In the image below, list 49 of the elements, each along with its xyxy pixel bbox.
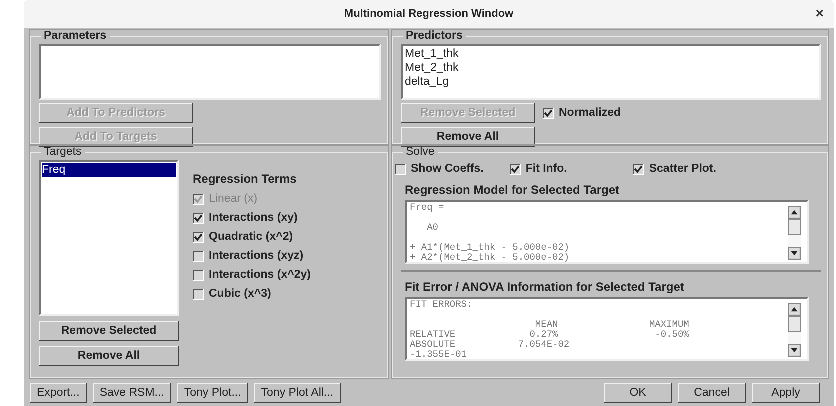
- section-heading: Regression Terms: [193, 172, 298, 186]
- term-checkbox[interactable]: Interactions (xy): [193, 212, 311, 224]
- dialog-button[interactable]: Cancel: [678, 383, 746, 403]
- panel-title: Solve: [405, 146, 436, 158]
- scroll-bar[interactable]: [788, 303, 801, 357]
- term-checkbox[interactable]: Interactions (x^2y): [193, 269, 311, 281]
- option-checkbox[interactable]: Scatter Plot.: [633, 163, 716, 175]
- anova-text: FIT ERRORS: MEAN MAXIMUM RELATIVE 0.27% -0.50% ABSOLUTE 7.054E-02 -1.355E-01: [409, 299, 690, 359]
- remove-button[interactable]: Remove Selected: [39, 321, 179, 341]
- footer-button[interactable]: Tony Plot All...: [254, 383, 341, 403]
- list-item[interactable]: delta_Lg: [405, 75, 817, 89]
- remove-all-button[interactable]: Remove All: [401, 127, 535, 147]
- footer-button[interactable]: Tony Plot...: [177, 383, 248, 403]
- check-icon: [194, 214, 203, 222]
- footer-button[interactable]: Export...: [30, 383, 87, 403]
- check-icon: [194, 232, 203, 242]
- remove-button[interactable]: Remove All: [39, 346, 179, 366]
- panel-title: Parameters: [43, 30, 108, 42]
- term-checkbox[interactable]: Interactions (xyz): [193, 250, 311, 262]
- check-icon: [634, 164, 644, 174]
- list-item[interactable]: Met_1_thk: [405, 47, 817, 61]
- term-checkbox[interactable]: Quadratic (x^2): [193, 231, 311, 243]
- section-heading: Fit Error / ANOVA Information for Selected Target: [405, 280, 686, 294]
- check-icon: [544, 108, 553, 118]
- scroll-down-icon[interactable]: [788, 344, 801, 357]
- check-icon: [194, 194, 203, 204]
- normalized-checkbox[interactable]: Normalized: [543, 107, 621, 119]
- term-checkbox[interactable]: Cubic (x^3): [193, 288, 311, 300]
- targets-list[interactable]: Freq: [39, 160, 179, 316]
- option-checkbox[interactable]: Fit Info.: [510, 163, 568, 175]
- option-checkbox[interactable]: Show Coeffs.: [395, 163, 484, 175]
- parameters-list[interactable]: [39, 44, 381, 100]
- list-item[interactable]: Freq: [42, 163, 176, 177]
- scroll-up-icon[interactable]: [788, 303, 801, 316]
- section-heading: Regression Model for Selected Target: [405, 183, 620, 197]
- dialog-button[interactable]: Apply: [752, 383, 820, 403]
- scroll-down-icon[interactable]: [788, 247, 801, 260]
- close-button[interactable]: ×: [816, 6, 824, 20]
- list-item[interactable]: Met_2_thk: [405, 61, 817, 75]
- panel-title: Predictors: [405, 30, 464, 42]
- predictors-list[interactable]: Met_1_thk Met_2_thk delta_Lg: [401, 44, 821, 100]
- footer-button[interactable]: Save RSM...: [92, 383, 172, 403]
- model-text: Freq = A0 + A1*(Met_1_thk - 5.000e-02) + A2*(Met_2_thk - 5.000e-02): [409, 202, 571, 262]
- panel-title: Targets: [43, 146, 83, 158]
- dialog-button[interactable]: OK: [604, 383, 672, 403]
- window-title: Multinomial Regression Window: [344, 8, 514, 20]
- scroll-bar[interactable]: [788, 206, 801, 260]
- check-icon: [510, 164, 520, 174]
- scroll-up-icon[interactable]: [788, 206, 801, 219]
